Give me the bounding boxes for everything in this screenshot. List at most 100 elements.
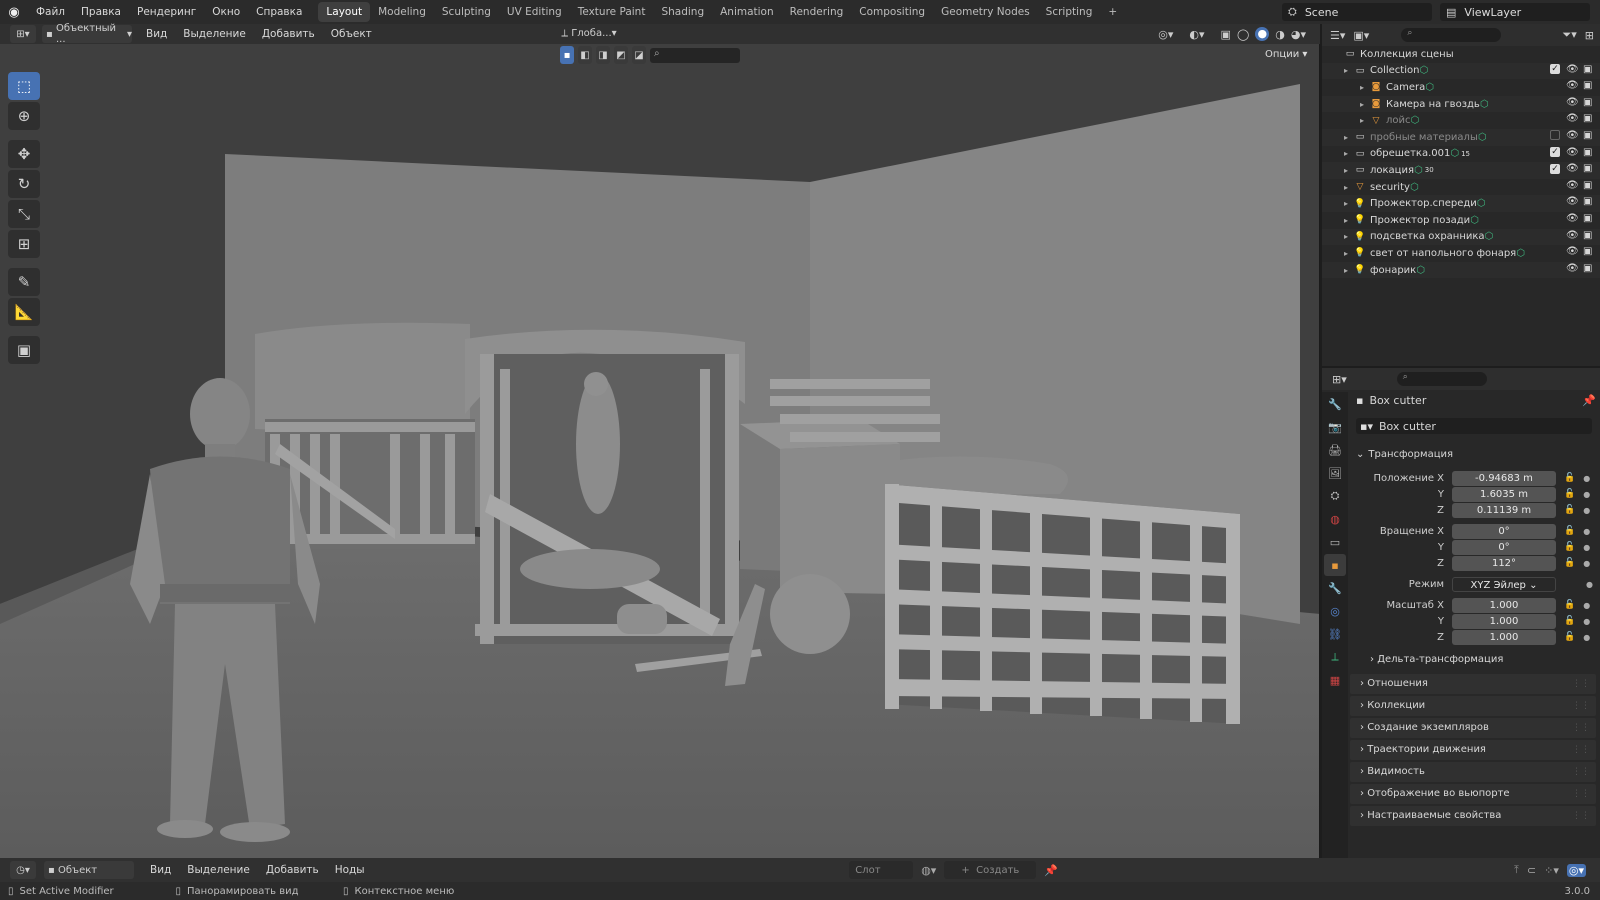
delta-transform-header[interactable]: › Дельта-трансформация [1370, 654, 1503, 665]
workspace-tab-1[interactable]: Modeling [370, 2, 434, 22]
render-camera-icon[interactable]: ▣ [1583, 113, 1594, 124]
render-camera-icon[interactable]: ▣ [1583, 97, 1594, 108]
exclude-checkbox[interactable]: ✓ [1550, 64, 1560, 75]
number-field[interactable]: 0° [1452, 523, 1556, 539]
outliner-row[interactable]: ▸ ◙ Камера на гвоздь ⬡ 👁 ▣ [1322, 95, 1600, 113]
transform-tool[interactable]: ⊞ [8, 230, 40, 258]
eye-icon[interactable]: 👁 [1566, 130, 1579, 141]
eye-icon[interactable]: 👁 [1566, 113, 1579, 124]
render-tab-icon[interactable]: 📷 [1324, 416, 1346, 438]
outliner-row[interactable]: ▸ ▽ лойс ⬡ 👁 ▣ [1322, 112, 1600, 129]
slot-selector[interactable]: Слот [849, 861, 914, 879]
texture-tab-icon[interactable]: ▦ [1324, 669, 1346, 691]
panel-header[interactable]: › Видимость ⋮⋮ [1350, 762, 1596, 782]
lock-icon[interactable]: 🔓 [1564, 526, 1575, 536]
pin-node-icon[interactable]: 📌 [1044, 864, 1058, 877]
eye-icon[interactable]: 👁 [1566, 147, 1579, 158]
outliner-row[interactable]: ▸ ▭ локация ⬡ 30 ✓ 👁 ▣ [1322, 162, 1600, 179]
scene-tab-icon[interactable]: ⛭ [1324, 485, 1346, 507]
material-icon[interactable]: ◍▾ [921, 864, 936, 877]
output-tab-icon[interactable]: 🖨 [1324, 439, 1346, 461]
expand-arrow-icon[interactable]: ▸ [1344, 183, 1354, 192]
view-layer-selector[interactable]: ▤ ViewLayer [1440, 3, 1590, 21]
number-field[interactable]: 1.000 [1452, 629, 1556, 645]
menu-3[interactable]: Окно [204, 0, 248, 24]
workspace-tab-9[interactable]: Geometry Nodes [933, 2, 1038, 22]
eye-icon[interactable]: 👁 [1566, 213, 1579, 224]
bottom-menu-3[interactable]: Ноды [327, 858, 373, 882]
menu-1[interactable]: Правка [73, 0, 129, 24]
rotation-mode-select[interactable]: XYZ Эйлер ⌄ [1452, 576, 1556, 592]
outliner-row[interactable]: ▸ 💡 подсветка охранника ⬡ 👁 ▣ [1322, 228, 1600, 246]
world-tab-icon[interactable]: ◍ [1324, 508, 1346, 530]
display-mode-icon[interactable]: ▣▾ [1353, 29, 1369, 42]
modifier-tab-icon[interactable]: 🔧 [1324, 577, 1346, 599]
lock-icon[interactable]: 🔓 [1564, 600, 1575, 610]
timeline-editor-icon[interactable]: ◷▾ [10, 861, 36, 879]
workspace-tab-7[interactable]: Rendering [782, 2, 852, 22]
keyframe-dot-icon[interactable]: ● [1583, 559, 1590, 568]
viewport-search-field[interactable]: ⌕ [650, 47, 740, 63]
drag-handle-icon[interactable]: ⋮⋮ [1572, 806, 1590, 826]
lock-icon[interactable]: 🔓 [1564, 632, 1575, 642]
view-layer-tab-icon[interactable]: 🖼 [1324, 462, 1346, 484]
object-tab-icon[interactable]: ▪ [1324, 554, 1346, 576]
lock-icon[interactable]: 🔓 [1564, 542, 1575, 552]
eye-icon[interactable]: 👁 [1566, 230, 1579, 241]
render-camera-icon[interactable]: ▣ [1583, 64, 1594, 75]
lock-icon[interactable]: 🔓 [1564, 489, 1575, 499]
menu-4[interactable]: Справка [248, 0, 310, 24]
expand-arrow-icon[interactable]: ▸ [1344, 133, 1354, 142]
expand-arrow-icon[interactable]: ▸ [1360, 100, 1370, 109]
keyframe-dot-icon[interactable]: ● [1583, 601, 1590, 610]
viewport-menu-1[interactable]: Выделение [175, 22, 254, 46]
drag-handle-icon[interactable]: ⋮⋮ [1572, 718, 1590, 738]
drag-handle-icon[interactable]: ⋮⋮ [1572, 762, 1590, 782]
keyframe-dot-icon[interactable]: ● [1583, 490, 1590, 499]
render-camera-icon[interactable]: ▣ [1583, 130, 1594, 141]
create-button[interactable]: + Создать [944, 861, 1037, 879]
data-tab-icon[interactable]: ⟂ [1324, 646, 1346, 668]
outliner-search-input[interactable]: ⌕ [1401, 28, 1502, 42]
keyframe-dot-icon[interactable]: ● [1583, 617, 1590, 626]
workspace-tab-4[interactable]: Texture Paint [570, 2, 654, 22]
add-workspace-button[interactable]: + [1100, 2, 1125, 22]
keyframe-dot-icon[interactable]: ● [1583, 506, 1590, 515]
workspace-tab-8[interactable]: Compositing [851, 2, 933, 22]
xray-icon[interactable]: ▣ [1221, 28, 1231, 41]
workspace-tab-10[interactable]: Scripting [1038, 2, 1101, 22]
exclude-checkbox[interactable]: ✓ [1550, 147, 1560, 158]
select-mode-extend-icon[interactable]: ◧ [578, 46, 592, 64]
blender-logo-icon[interactable]: ◉ [0, 5, 28, 20]
number-field[interactable]: 0.11139 m [1452, 502, 1556, 518]
number-field[interactable]: 1.000 [1452, 597, 1556, 613]
parent-icon[interactable]: ⤒ [1514, 863, 1519, 877]
select-box-tool[interactable]: ⬚ [8, 72, 40, 100]
expand-arrow-icon[interactable]: ▸ [1360, 83, 1370, 92]
expand-arrow-icon[interactable]: ▸ [1344, 66, 1354, 75]
select-mode-invert-icon[interactable]: ◩ [614, 46, 628, 64]
render-camera-icon[interactable]: ▣ [1583, 213, 1594, 224]
number-field[interactable]: 1.000 [1452, 613, 1556, 629]
outliner-row[interactable]: ▸ ▭ обрешетка.001 ⬡ 15 ✓ 👁 ▣ [1322, 146, 1600, 163]
expand-arrow-icon[interactable]: ▸ [1344, 149, 1354, 158]
bottom-menu-2[interactable]: Добавить [258, 858, 327, 882]
eye-icon[interactable]: 👁 [1566, 263, 1579, 274]
rotate-tool[interactable]: ↻ [8, 170, 40, 198]
add-cube-tool[interactable]: ▣ [8, 336, 40, 364]
menu-0[interactable]: Файл [28, 0, 73, 24]
outliner-row[interactable]: ▸ ◙ Camera ⬡ 👁 ▣ [1322, 79, 1600, 96]
select-mode-intersect-icon[interactable]: ◪ [632, 46, 646, 64]
drag-handle-icon[interactable]: ⋮⋮ [1572, 784, 1590, 804]
panel-header[interactable]: › Траектории движения ⋮⋮ [1350, 740, 1596, 760]
eye-icon[interactable]: 👁 [1566, 64, 1579, 75]
lock-icon[interactable]: 🔓 [1564, 616, 1575, 626]
workspace-tab-3[interactable]: UV Editing [499, 2, 570, 22]
render-camera-icon[interactable]: ▣ [1583, 80, 1594, 91]
new-collection-icon[interactable]: ⊞ [1585, 29, 1594, 42]
overlay-icon[interactable]: ◐▾ [1189, 28, 1204, 41]
viewport-menu-0[interactable]: Вид [138, 22, 175, 46]
panel-header[interactable]: › Коллекции ⋮⋮ [1350, 696, 1596, 716]
number-field[interactable]: 0° [1452, 539, 1556, 555]
drag-handle-icon[interactable]: ⋮⋮ [1572, 674, 1590, 694]
